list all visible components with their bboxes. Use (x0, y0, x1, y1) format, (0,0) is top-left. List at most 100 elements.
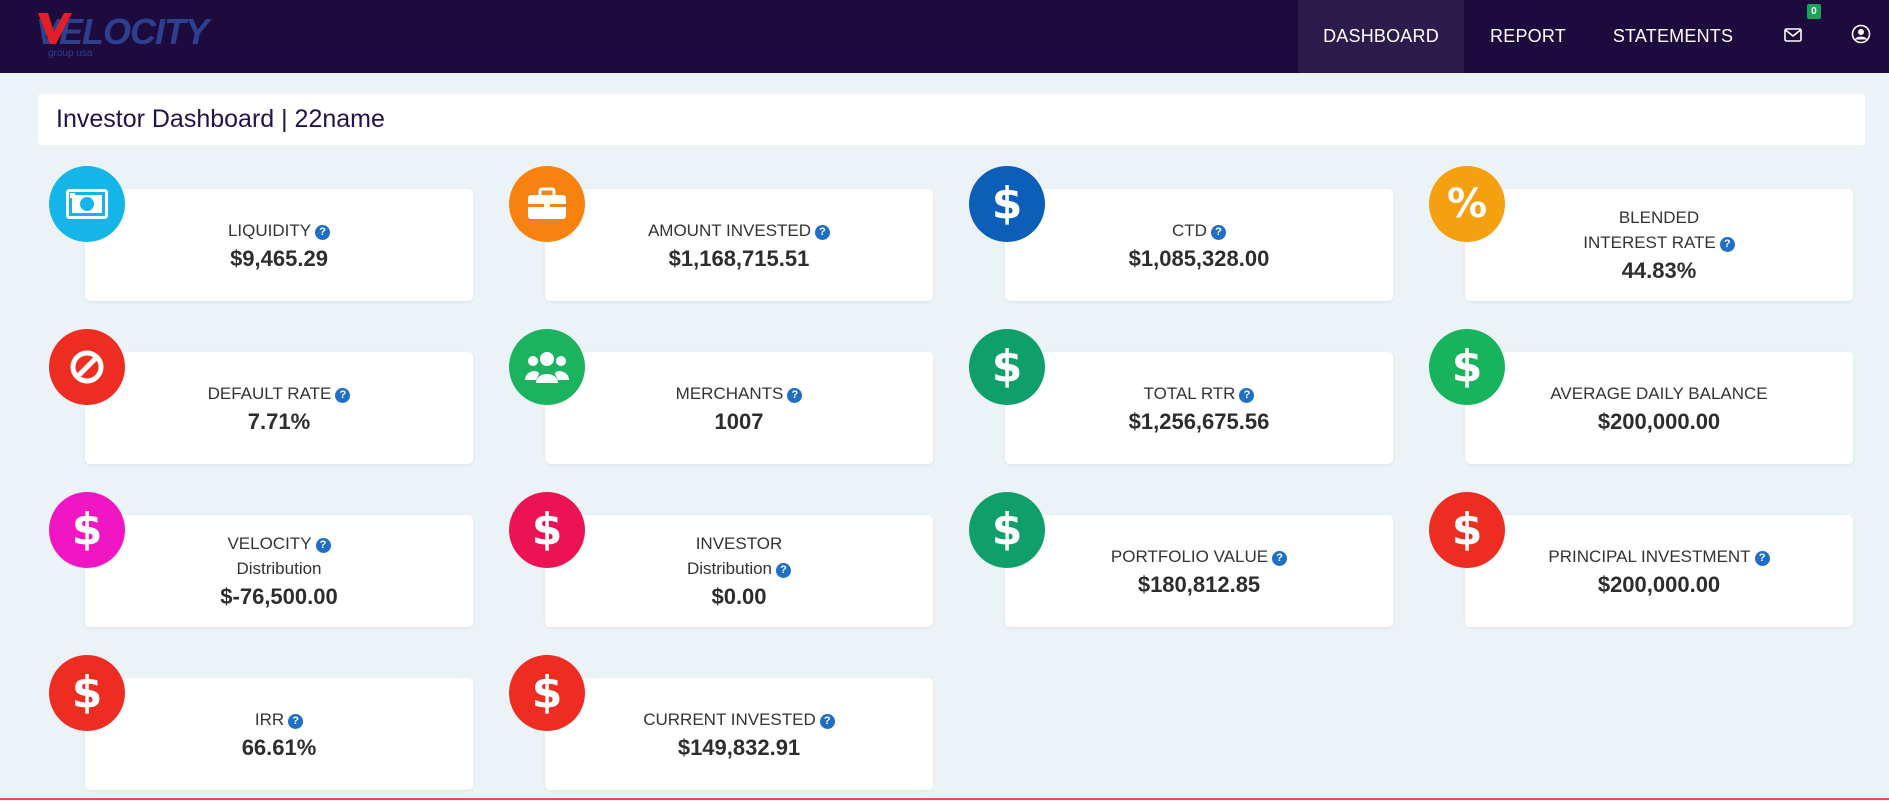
nav-statements-label: STATEMENTS (1612, 26, 1734, 46)
metric-sublabel-text: INTEREST RATE (1583, 233, 1716, 252)
metric-label: CURRENT INVESTED? (643, 707, 835, 732)
metric-card-investor-distribution: INVESTOR Distribution? $0.00 (545, 515, 933, 627)
nav-report[interactable]: REPORT (1464, 0, 1592, 73)
help-icon[interactable]: ? (315, 538, 331, 553)
metric-label: BLENDED (1619, 205, 1699, 230)
metric-card-merchants: MERCHANTS? 1007 (545, 352, 933, 464)
metric-sublabel-text: Distribution (236, 559, 322, 578)
metric-label-text: MERCHANTS (675, 383, 784, 403)
help-icon[interactable]: ? (1754, 550, 1770, 566)
cash-icon (49, 166, 125, 242)
metric-card-default-rate: DEFAULT RATE? 7.71% (85, 352, 473, 464)
metric-sublabel: Distribution (236, 556, 321, 581)
dollar-icon: $ (969, 492, 1045, 568)
metric-label-text: CTD (1172, 220, 1207, 240)
nav-dashboard[interactable]: DASHBOARD (1298, 0, 1464, 73)
metric-value: $200,000.00 (1597, 571, 1721, 597)
user-circle-icon (1851, 24, 1871, 49)
metric-value: $1,168,715.51 (668, 245, 810, 271)
metric-label: PORTFOLIO VALUE? (1110, 544, 1288, 569)
dollar-icon: $ (509, 655, 585, 731)
metric-sublabel: Distribution? (686, 556, 792, 581)
message-count-badge: 0 (1807, 4, 1821, 19)
metric-card-irr: IRR? 66.61% (85, 678, 473, 790)
metric-label: TOTAL RTR? (1144, 381, 1255, 406)
metric-value: $1,085,328.00 (1128, 245, 1270, 271)
user-menu-button[interactable] (1832, 0, 1889, 73)
metric-label-text: CURRENT INVESTED (643, 709, 816, 729)
metric-label-text: VELOCITY (227, 534, 312, 553)
metric-label: AVERAGE DAILY BALANCE (1550, 381, 1767, 406)
metric-card-ctd: CTD? $1,085,328.00 (1005, 189, 1393, 301)
top-navbar: VELOCITY group usa DASHBOARD REPORT STAT… (0, 0, 1889, 73)
help-icon[interactable]: ? (315, 224, 331, 240)
metric-label-text: INVESTOR (695, 534, 783, 553)
metric-value: $0.00 (711, 584, 767, 609)
metric-label: AMOUNT INVESTED? (647, 218, 831, 243)
metric-card-blended-interest-rate: BLENDED INTEREST RATE? 44.83% (1465, 189, 1853, 301)
metric-label-text: LIQUIDITY (227, 220, 312, 240)
bottom-divider (0, 798, 1889, 800)
percent-icon: % (1429, 166, 1505, 242)
dollar-icon: $ (49, 492, 125, 568)
page-title: Investor Dashboard | 22name (56, 105, 385, 133)
metric-label-text: IRR (254, 709, 285, 729)
metric-label: IRR? (254, 707, 304, 732)
dollar-icon: $ (1429, 492, 1505, 568)
messages-button[interactable]: 0 (1754, 0, 1832, 73)
metric-value: $9,465.29 (230, 245, 328, 271)
help-icon[interactable]: ? (1239, 387, 1255, 403)
dollar-icon: $ (969, 166, 1045, 242)
metric-label-text: PORTFOLIO VALUE (1110, 546, 1269, 566)
help-icon[interactable]: ? (288, 713, 304, 729)
metric-label: INVESTOR (696, 531, 783, 556)
metric-label: MERCHANTS? (676, 381, 803, 406)
help-icon[interactable]: ? (1719, 237, 1735, 252)
metric-label: PRINCIPAL INVESTMENT? (1548, 544, 1770, 569)
envelope-icon (1784, 26, 1802, 47)
metric-card-portfolio-value: PORTFOLIO VALUE? $180,812.85 (1005, 515, 1393, 627)
metric-value: $-76,500.00 (220, 584, 338, 609)
metric-value: $149,832.91 (677, 734, 801, 760)
metric-card-velocity-distribution: VELOCITY? Distribution $-76,500.00 (85, 515, 473, 627)
help-icon[interactable]: ? (776, 563, 792, 578)
metric-card-liquidity: LIQUIDITY? $9,465.29 (85, 189, 473, 301)
metric-label-text: TOTAL RTR (1143, 383, 1236, 403)
users-icon (509, 329, 585, 405)
metric-label: VELOCITY? (227, 531, 331, 556)
metric-label-text: AMOUNT INVESTED (647, 220, 812, 240)
metric-label: LIQUIDITY? (227, 218, 331, 243)
help-icon[interactable]: ? (815, 224, 831, 240)
metric-value: 1007 (714, 408, 764, 434)
ban-icon (49, 329, 125, 405)
metric-label: CTD? (1172, 218, 1226, 243)
metric-card-total-rtr: TOTAL RTR? $1,256,675.56 (1005, 352, 1393, 464)
nav-dashboard-label: DASHBOARD (1323, 26, 1439, 46)
main-nav: DASHBOARD REPORT STATEMENTS 0 (1298, 0, 1889, 73)
dollar-icon: $ (49, 655, 125, 731)
dollar-icon: $ (1429, 329, 1505, 405)
page-title-bar: Investor Dashboard | 22name (38, 94, 1865, 145)
help-icon[interactable]: ? (335, 387, 351, 403)
metric-value: $180,812.85 (1137, 571, 1261, 597)
metric-label: DEFAULT RATE? (208, 381, 351, 406)
help-icon[interactable]: ? (1272, 550, 1288, 566)
briefcase-icon (509, 166, 585, 242)
metric-sublabel-text: Distribution (686, 559, 773, 578)
metric-value: 66.61% (241, 734, 317, 760)
dollar-icon: $ (969, 329, 1045, 405)
metric-value: 7.71% (247, 408, 311, 434)
metric-label-text: BLENDED (1618, 208, 1700, 227)
metric-label-text: DEFAULT RATE (207, 383, 332, 403)
metric-value: $1,256,675.56 (1128, 408, 1270, 434)
metric-label-text: AVERAGE DAILY BALANCE (1550, 383, 1768, 403)
metric-sublabel: INTEREST RATE? (1583, 230, 1735, 255)
help-icon[interactable]: ? (819, 713, 835, 729)
nav-statements[interactable]: STATEMENTS (1592, 0, 1754, 73)
metric-card-average-daily-balance: AVERAGE DAILY BALANCE $200,000.00 (1465, 352, 1853, 464)
metric-card-principal-investment: PRINCIPAL INVESTMENT? $200,000.00 (1465, 515, 1853, 627)
help-icon[interactable]: ? (1210, 224, 1226, 240)
metric-label-text: PRINCIPAL INVESTMENT (1548, 546, 1751, 566)
help-icon[interactable]: ? (787, 387, 803, 403)
velocity-logo[interactable]: VELOCITY group usa (36, 10, 246, 58)
